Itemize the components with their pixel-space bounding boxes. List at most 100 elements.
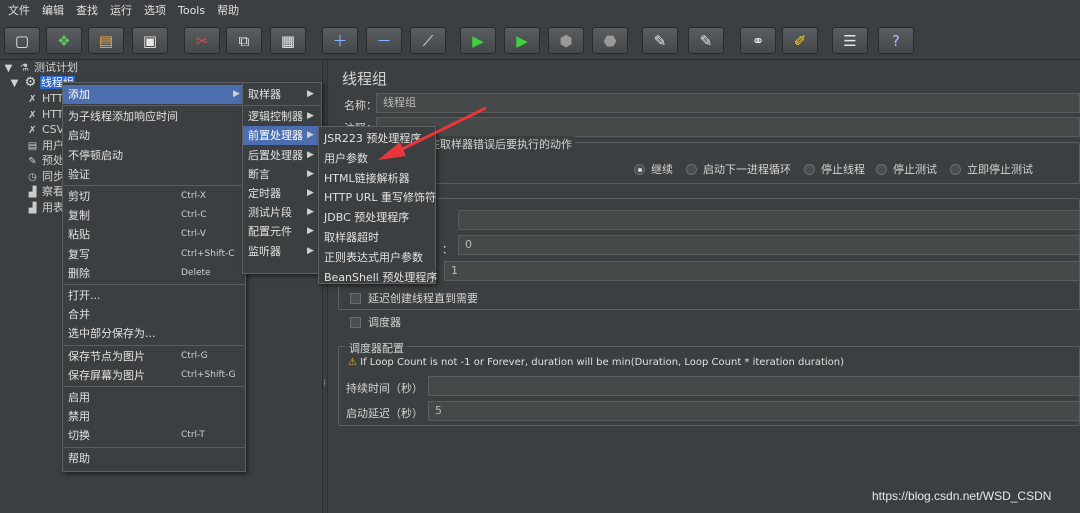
menu-item[interactable]: 保存屏幕为图片 Ctrl+Shift-G: [63, 366, 245, 385]
help-icon: ?: [892, 31, 900, 50]
new-button[interactable]: ▢: [4, 27, 40, 54]
tree-node-test-plan[interactable]: ▼ ⚗ 测试计划: [2, 60, 78, 76]
menu-item[interactable]: 合并: [63, 305, 245, 324]
radio-label: 停止测试: [893, 163, 937, 176]
tree-node-child[interactable]: ▟ 察看: [26, 184, 64, 200]
action-radio-4[interactable]: 立即停止测试: [950, 161, 1033, 177]
menu-shortcut: Ctrl+Shift-C: [181, 248, 235, 259]
checkbox-box-icon: [350, 316, 361, 328]
checkbox-label: 调度器: [368, 316, 401, 329]
thread-count-input[interactable]: [458, 210, 1080, 230]
action-radio-2[interactable]: 停止线程: [804, 161, 865, 177]
menu-2[interactable]: 查找: [70, 0, 104, 22]
menu-item[interactable]: 取样器超时: [319, 228, 435, 247]
action-radio-0[interactable]: 继续: [634, 161, 673, 177]
toggle-button[interactable]: ⟋: [410, 27, 446, 54]
menu-item[interactable]: 启用: [63, 388, 245, 407]
delay-thread-creation-checkbox[interactable]: 延迟创建线程直到需要: [350, 290, 478, 306]
menu-item[interactable]: 前置处理器 ▶: [243, 126, 321, 146]
menu-item[interactable]: 禁用: [63, 407, 245, 426]
ramp-up-input[interactable]: 0: [458, 235, 1080, 255]
copy-button[interactable]: ⧉: [226, 27, 262, 54]
clear-all-button[interactable]: ✎: [688, 27, 724, 54]
menu-item[interactable]: 复写 Ctrl+Shift-C: [63, 245, 245, 264]
action-radio-1[interactable]: 启动下一进程循环: [686, 161, 791, 177]
help-button[interactable]: ?: [878, 27, 914, 54]
menu-item[interactable]: 保存节点为图片 Ctrl-G: [63, 347, 245, 366]
search-button[interactable]: ⚭: [740, 27, 776, 54]
shutdown-button[interactable]: ⬣: [592, 27, 628, 54]
menu-item-label: 保存节点为图片: [68, 349, 145, 363]
menu-0[interactable]: 文件: [2, 0, 36, 22]
duration-input[interactable]: [428, 376, 1080, 396]
menu-3[interactable]: 运行: [104, 0, 138, 22]
paste-button[interactable]: ▦: [270, 27, 306, 54]
scheduler-checkbox[interactable]: 调度器: [350, 314, 401, 330]
tree-node-child[interactable]: ▤ 用户: [26, 138, 64, 154]
stop-button[interactable]: ⬢: [548, 27, 584, 54]
menu-item[interactable]: 测试片段 ▶: [243, 203, 321, 222]
menu-item-label: 剪切: [68, 190, 90, 203]
tree-node-child[interactable]: ✎ 预处: [26, 153, 64, 169]
menu-item[interactable]: BeanShell 预处理程序: [319, 268, 437, 287]
menu-item-label: 为子线程添加响应时间: [68, 110, 178, 124]
start-button[interactable]: ▶: [460, 27, 496, 54]
menu-6[interactable]: 帮助: [211, 0, 245, 22]
menu-item[interactable]: 复制 Ctrl-C: [63, 206, 245, 225]
menu-item-label: 后置处理器: [248, 148, 303, 162]
menu-item[interactable]: 不停顿启动: [63, 146, 245, 165]
menu-item[interactable]: 删除 Delete: [63, 264, 245, 283]
action-radio-3[interactable]: 停止测试: [876, 161, 937, 177]
function-helper-button[interactable]: ☰: [832, 27, 868, 54]
menu-item[interactable]: JDBC 预处理程序: [319, 208, 435, 227]
submenu-arrow-icon: ▶: [307, 89, 314, 99]
menu-item[interactable]: 配置元件 ▶: [243, 222, 321, 241]
menu-item[interactable]: 取样器 ▶: [243, 85, 321, 104]
startup-delay-input[interactable]: 5: [428, 401, 1080, 421]
watermark: https://blog.csdn.net/WSD_CSDN: [872, 489, 1052, 503]
clear-button[interactable]: ✎: [642, 27, 678, 54]
menu-1[interactable]: 编辑: [36, 0, 70, 22]
menu-item-label: JDBC 预处理程序: [324, 211, 410, 225]
start-no-pause-icon: ▶: [516, 31, 528, 50]
menu-item[interactable]: 选中部分保存为...: [63, 324, 245, 343]
menu-item[interactable]: HTML链接解析器: [319, 169, 435, 188]
menu-item[interactable]: 帮助: [63, 449, 245, 468]
function-helper-icon: ☰: [843, 31, 857, 50]
search-icon: ⚭: [751, 31, 765, 50]
loop-count-input[interactable]: 1: [444, 261, 1080, 281]
templates-button[interactable]: ❖: [46, 27, 82, 54]
tree-node-child[interactable]: ✗ CSV: [26, 122, 64, 138]
tree-node-child[interactable]: ◷ 同步: [26, 169, 64, 185]
menu-item[interactable]: 打开...: [63, 286, 245, 305]
collapse-button[interactable]: －: [366, 27, 402, 54]
menu-item[interactable]: 验证: [63, 165, 245, 184]
menu-separator: [244, 105, 322, 107]
save-button[interactable]: ▣: [132, 27, 168, 54]
reset-search-button[interactable]: ✐: [782, 27, 818, 54]
menu-item[interactable]: 为子线程添加响应时间: [63, 107, 245, 126]
menu-4[interactable]: 选项: [138, 0, 172, 22]
menu-item[interactable]: 断言 ▶: [243, 165, 321, 184]
menu-item[interactable]: 定时器 ▶: [243, 184, 321, 203]
menu-item[interactable]: 粘贴 Ctrl-V: [63, 225, 245, 244]
menu-separator: [64, 446, 246, 448]
expand-button[interactable]: ＋: [322, 27, 358, 54]
menu-item[interactable]: 逻辑控制器 ▶: [243, 107, 321, 126]
menu-5[interactable]: Tools: [172, 0, 211, 22]
menu-item[interactable]: 剪切 Ctrl-X: [63, 187, 245, 206]
submenu-arrow-icon: ▶: [307, 149, 314, 160]
open-button[interactable]: ▤: [88, 27, 124, 54]
menu-item-label: 帮助: [68, 451, 90, 465]
menu-item[interactable]: 切换 Ctrl-T: [63, 426, 245, 445]
menu-item[interactable]: 添加 ▶: [63, 85, 245, 104]
cut-button[interactable]: ✂: [184, 27, 220, 54]
menu-item[interactable]: 启动: [63, 126, 245, 145]
menu-item[interactable]: HTTP URL 重写修饰符: [319, 188, 436, 207]
start-no-pause-button[interactable]: ▶: [504, 27, 540, 54]
menu-item[interactable]: 后置处理器 ▶: [243, 146, 321, 165]
jmeter-window: 文件 编辑 查找 运行 选项 Tools 帮助 ▢ ❖ ▤ ▣ ✂ ⧉ ▦ ＋－ ⟋ ▶ ▶ ⬢ ⬣ ✎ ✎ ⚭ ✐ ☰? ▼…: [0, 0, 1080, 513]
menu-item[interactable]: 正则表达式用户参数: [319, 248, 435, 267]
menu-item[interactable]: 监听器 ▶: [243, 242, 321, 261]
tree-node-child[interactable]: ▟ 用表: [26, 200, 64, 216]
